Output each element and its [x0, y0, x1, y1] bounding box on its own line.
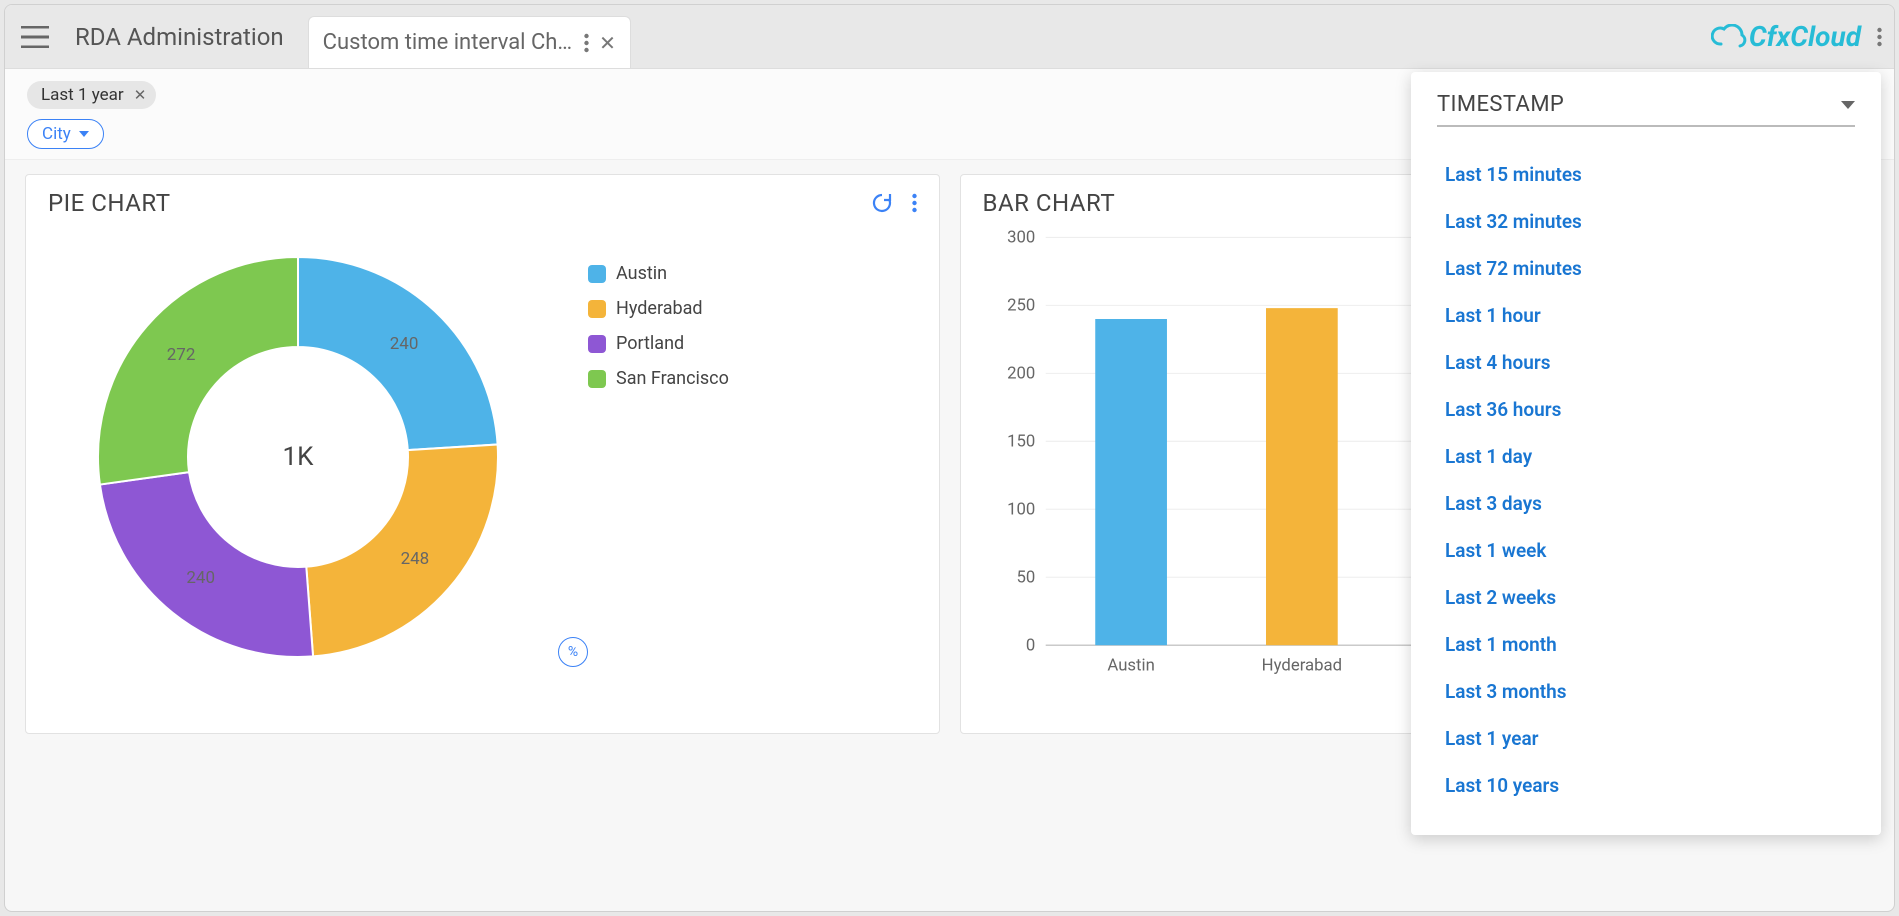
legend-item[interactable]: San Francisco	[588, 368, 729, 389]
x-axis-tick: Austin	[1107, 655, 1154, 675]
chevron-down-icon	[1841, 101, 1855, 109]
y-axis-tick: 100	[1007, 500, 1035, 520]
x-axis-tick: Hyderabad	[1261, 655, 1341, 675]
timestamp-option[interactable]: Last 4 hours	[1437, 339, 1855, 386]
pie-chart-card: PIE CHART 1K 240248240272 AustinHyderaba…	[25, 174, 940, 734]
timestamp-option[interactable]: Last 1 year	[1437, 715, 1855, 762]
timestamp-option[interactable]: Last 2 weeks	[1437, 574, 1855, 621]
timestamp-option[interactable]: Last 1 month	[1437, 621, 1855, 668]
timestamp-title: TIMESTAMP	[1437, 92, 1564, 117]
legend-swatch	[588, 370, 606, 388]
timestamp-option[interactable]: Last 15 minutes	[1437, 151, 1855, 198]
timestamp-option[interactable]: Last 3 days	[1437, 480, 1855, 527]
topbar-more-icon[interactable]	[1877, 27, 1882, 47]
donut-slice[interactable]	[100, 472, 313, 657]
timestamp-option[interactable]: Last 1 week	[1437, 527, 1855, 574]
y-axis-tick: 50	[1016, 567, 1035, 587]
timestamp-option[interactable]: Last 1 day	[1437, 433, 1855, 480]
chip-remove-icon[interactable]: ✕	[134, 86, 147, 104]
legend-item[interactable]: Austin	[588, 263, 729, 284]
top-bar: RDA Administration Custom time interval …	[5, 5, 1894, 69]
bar[interactable]	[1266, 308, 1338, 645]
y-axis-tick: 200	[1007, 364, 1035, 384]
timestamp-option[interactable]: Last 36 hours	[1437, 386, 1855, 433]
timestamp-option[interactable]: Last 10 years	[1437, 762, 1855, 809]
timestamp-option[interactable]: Last 3 months	[1437, 668, 1855, 715]
y-axis-tick: 0	[1025, 635, 1034, 655]
pie-chart-title: PIE CHART	[48, 189, 171, 217]
tab-label: Custom time interval Ch…	[323, 30, 572, 55]
bar[interactable]	[1095, 319, 1167, 645]
refresh-icon[interactable]	[870, 191, 894, 215]
legend-item[interactable]: Portland	[588, 333, 729, 354]
legend-item[interactable]: Hyderabad	[588, 298, 729, 319]
chevron-down-icon	[79, 131, 89, 137]
tab-custom-time-interval[interactable]: Custom time interval Ch… ✕	[308, 16, 631, 68]
timestamp-dropdown-panel: TIMESTAMP Last 15 minutesLast 32 minutes…	[1411, 72, 1881, 835]
legend-label: Portland	[616, 333, 684, 354]
legend-swatch	[588, 265, 606, 283]
brand-logo: CfxCloud	[1711, 20, 1861, 53]
timestamp-option[interactable]: Last 1 hour	[1437, 292, 1855, 339]
bar-chart-title: BAR CHART	[983, 189, 1116, 217]
y-axis-tick: 250	[1007, 296, 1035, 316]
app-title[interactable]: RDA Administration	[59, 23, 308, 51]
y-axis-tick: 300	[1007, 228, 1035, 248]
legend-label: San Francisco	[616, 368, 729, 389]
timestamp-option-list: Last 15 minutesLast 32 minutesLast 72 mi…	[1437, 151, 1855, 809]
legend-swatch	[588, 335, 606, 353]
legend-label: Hyderabad	[616, 298, 703, 319]
percent-toggle-button[interactable]: %	[558, 637, 588, 667]
timerange-chip[interactable]: Last 1 year ✕	[27, 81, 156, 109]
tab-close-icon[interactable]: ✕	[599, 31, 616, 55]
donut-slice[interactable]	[98, 257, 298, 485]
brand-logo-text: CfxCloud	[1749, 20, 1861, 53]
pie-chart-area: 1K 240248240272 AustinHyderabadPortlandS…	[48, 227, 917, 713]
card-more-icon[interactable]	[912, 193, 917, 213]
city-filter-dropdown[interactable]: City	[27, 119, 104, 149]
hamburger-menu-icon[interactable]	[11, 13, 59, 61]
donut-center-label: 1K	[283, 442, 314, 472]
legend-label: Austin	[616, 263, 667, 284]
city-filter-label: City	[42, 124, 71, 144]
tab-more-icon[interactable]	[584, 33, 589, 53]
donut-slice[interactable]	[306, 444, 498, 656]
legend-swatch	[588, 300, 606, 318]
pie-legend: Austin Hyderabad Portland San Francisco	[588, 263, 729, 389]
timestamp-option[interactable]: Last 32 minutes	[1437, 198, 1855, 245]
donut-slice[interactable]	[298, 257, 498, 450]
y-axis-tick: 150	[1007, 432, 1035, 452]
timestamp-option[interactable]: Last 72 minutes	[1437, 245, 1855, 292]
timerange-chip-label: Last 1 year	[41, 85, 124, 105]
timestamp-dropdown-header[interactable]: TIMESTAMP	[1437, 92, 1855, 127]
